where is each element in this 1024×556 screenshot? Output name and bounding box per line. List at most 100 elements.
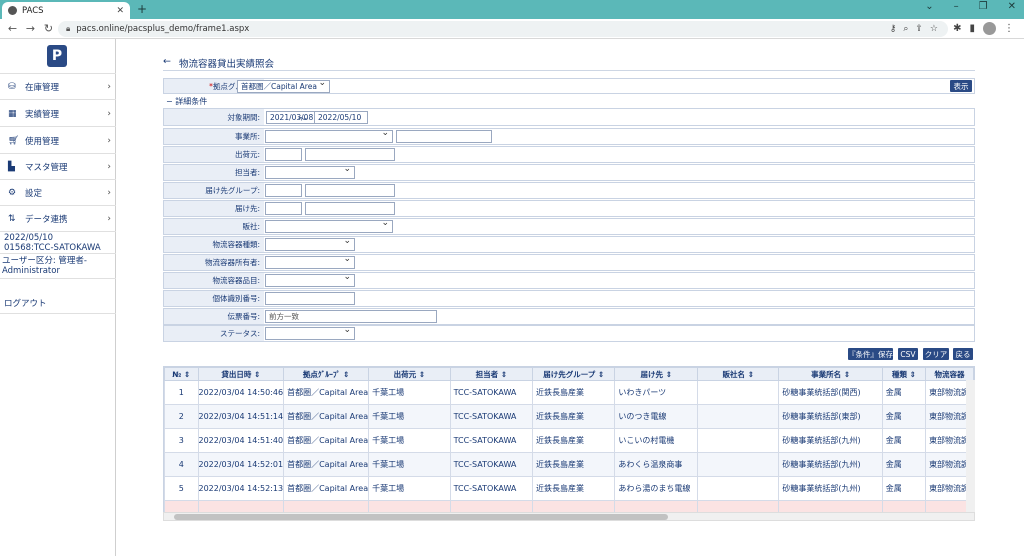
- sidebar-item-settings[interactable]: ⚙ 設定 ›: [0, 180, 116, 206]
- filter-code-input[interactable]: [265, 184, 302, 197]
- filter-select[interactable]: [265, 128, 393, 143]
- table-cell: TCC-SATOKAWA: [449, 476, 534, 501]
- app-logo[interactable]: P: [47, 45, 67, 67]
- sidebar-item-usage[interactable]: 🛒︎ 使用管理 ›: [0, 128, 116, 154]
- table-cell: [697, 404, 780, 429]
- share-icon[interactable]: ⇪: [915, 24, 923, 34]
- table-cell: 金属: [881, 380, 927, 405]
- filter-select[interactable]: [265, 254, 355, 269]
- table-row[interactable]: 1 2022/03/04 14:50:46 首都圏／Capital Area 千葉工場…: [164, 380, 974, 405]
- sidebar-item-label: データ連携: [25, 214, 68, 225]
- period-to-input[interactable]: 2022/05/10: [314, 111, 368, 124]
- table-cell: TCC-SATOKAWA: [449, 380, 534, 405]
- period-row: 対象期間: 2021/03/08 ～ 2022/05/10: [163, 108, 975, 126]
- column-header[interactable]: 販社名 ⇕: [697, 367, 780, 381]
- back-icon[interactable]: ←: [7, 22, 18, 35]
- back-arrow-icon[interactable]: ←: [163, 56, 171, 70]
- new-tab-icon[interactable]: +: [137, 2, 147, 16]
- column-header[interactable]: 担当者 ⇕: [449, 367, 534, 381]
- period-label: 対象期間:: [164, 109, 264, 125]
- column-header[interactable]: 届け先 ⇕: [614, 367, 699, 381]
- filter-select[interactable]: [265, 325, 355, 340]
- lock-icon[interactable]: 🔒︎: [66, 24, 70, 34]
- sidebar-item-data-link[interactable]: ⇅ データ連携 ›: [0, 206, 116, 232]
- filter-code-input[interactable]: [265, 202, 302, 215]
- filter-row: 個体識別番号:集計: [163, 290, 975, 307]
- column-header[interactable]: 届け先グループ ⇕: [532, 367, 616, 381]
- filter-select[interactable]: [265, 218, 393, 233]
- table-cell: 2022/03/04 14:50:46: [197, 380, 285, 405]
- column-header[interactable]: 事業所名 ⇕: [778, 367, 883, 381]
- scroll-thumb[interactable]: [174, 514, 668, 520]
- filter-select[interactable]: [265, 164, 355, 179]
- filter-label: 物流容器品目:: [164, 273, 264, 288]
- filter-input[interactable]: [265, 292, 355, 305]
- horizontal-scrollbar[interactable]: [163, 512, 975, 521]
- filter-name-input[interactable]: [305, 184, 395, 197]
- tab-title: PACS: [22, 5, 44, 16]
- favicon-icon: [8, 6, 17, 15]
- table-cell: 近鉄長島産業: [532, 428, 616, 453]
- sidebar-item-master[interactable]: ▙ マスタ管理 ›: [0, 154, 116, 180]
- filter-code-input[interactable]: [265, 148, 302, 161]
- filter-row: 事業所:集計: [163, 128, 975, 145]
- sidebar-item-inventory[interactable]: ⛁ 在庫管理 ›: [0, 74, 116, 100]
- extensions-icon[interactable]: ✱: [953, 23, 961, 34]
- sidebar-item-results[interactable]: ▦ 実績管理 ›: [0, 101, 116, 127]
- window-controls: ⌄ – ❐ ✕: [925, 1, 1016, 12]
- close-tab-icon[interactable]: ✕: [116, 6, 124, 16]
- table-row[interactable]: 4 2022/03/04 14:52:01 首都圏／Capital Area 千葉工場…: [164, 452, 974, 477]
- filter-name-input[interactable]: [305, 148, 395, 161]
- collapse-icon: −: [166, 97, 176, 106]
- column-header[interactable]: 物流容器: [925, 367, 974, 381]
- maximize-icon[interactable]: ❐: [979, 1, 988, 12]
- table-row[interactable]: 3 2022/03/04 14:51:40 首都圏／Capital Area 千葉工場…: [164, 428, 974, 453]
- reload-icon[interactable]: ↻: [43, 22, 54, 35]
- table-row[interactable]: 5 2022/03/04 14:52:13 首都圏／Capital Area 千葉工場…: [164, 476, 974, 501]
- star-icon[interactable]: ☆: [930, 24, 938, 34]
- show-button[interactable]: 表示: [950, 80, 972, 92]
- url-text: pacs.online/pacsplus_demo/frame1.aspx: [76, 24, 250, 34]
- filter-input[interactable]: 前方一致: [265, 310, 437, 323]
- close-window-icon[interactable]: ✕: [1008, 1, 1016, 12]
- filter-input[interactable]: [396, 130, 492, 143]
- column-header[interactable]: № ⇕: [164, 367, 199, 381]
- filter-select[interactable]: [265, 236, 355, 251]
- column-header[interactable]: 拠点ｸﾞﾙｰﾌﾟ ⇕: [283, 367, 370, 381]
- logout-link[interactable]: ログアウト: [4, 297, 47, 309]
- filter-select[interactable]: [265, 272, 355, 287]
- save-conditions-button[interactable]: 『条件』保存: [848, 348, 893, 360]
- base-group-select[interactable]: 首都圏／Capital Area: [237, 78, 330, 93]
- table-cell: [697, 476, 780, 501]
- user-role: Administrator: [2, 266, 60, 276]
- new-row[interactable]: [164, 500, 974, 513]
- key-icon[interactable]: ⚷: [890, 24, 897, 34]
- base-group-row: *拠点グループ: 首都圏／Capital Area 表示: [163, 78, 975, 94]
- url-input[interactable]: 🔒︎ pacs.online/pacsplus_demo/frame1.aspx…: [58, 21, 948, 37]
- vertical-scrollbar[interactable]: [966, 380, 975, 512]
- column-header[interactable]: 種類 ⇕: [881, 367, 927, 381]
- filter-name-input[interactable]: [305, 202, 395, 215]
- table-cell: 金属: [881, 404, 927, 429]
- column-header[interactable]: 出荷元 ⇕: [368, 367, 451, 381]
- detail-toggle[interactable]: − 詳細条件: [166, 96, 207, 107]
- csv-button[interactable]: CSV: [898, 348, 918, 360]
- clear-button[interactable]: クリア: [923, 348, 949, 360]
- sidebar-item-label: マスタ管理: [25, 162, 68, 173]
- browser-tab[interactable]: PACS ✕: [2, 2, 130, 19]
- table-row[interactable]: 2 2022/03/04 14:51:14 首都圏／Capital Area 千葉工場…: [164, 404, 974, 429]
- zoom-icon[interactable]: ⌕: [903, 24, 908, 34]
- page-title-row: ← 物流容器貸出実績照会: [163, 56, 274, 70]
- table-cell: 金属: [881, 476, 927, 501]
- column-header[interactable]: 貸出日時 ⇕: [197, 367, 285, 381]
- cart-icon: 🛒︎: [8, 135, 20, 146]
- back-button[interactable]: 戻る: [953, 348, 973, 360]
- minimize-icon[interactable]: –: [954, 1, 959, 12]
- menu-icon[interactable]: ⋮: [1004, 23, 1014, 34]
- profile-avatar[interactable]: [983, 22, 996, 35]
- filter-row: 届け先:集計: [163, 200, 975, 217]
- tab-search-icon[interactable]: ⌄: [925, 1, 933, 12]
- sidepanel-icon[interactable]: ▮: [969, 23, 975, 34]
- forward-icon[interactable]: →: [25, 22, 36, 35]
- period-from-input[interactable]: 2021/03/08: [266, 111, 320, 124]
